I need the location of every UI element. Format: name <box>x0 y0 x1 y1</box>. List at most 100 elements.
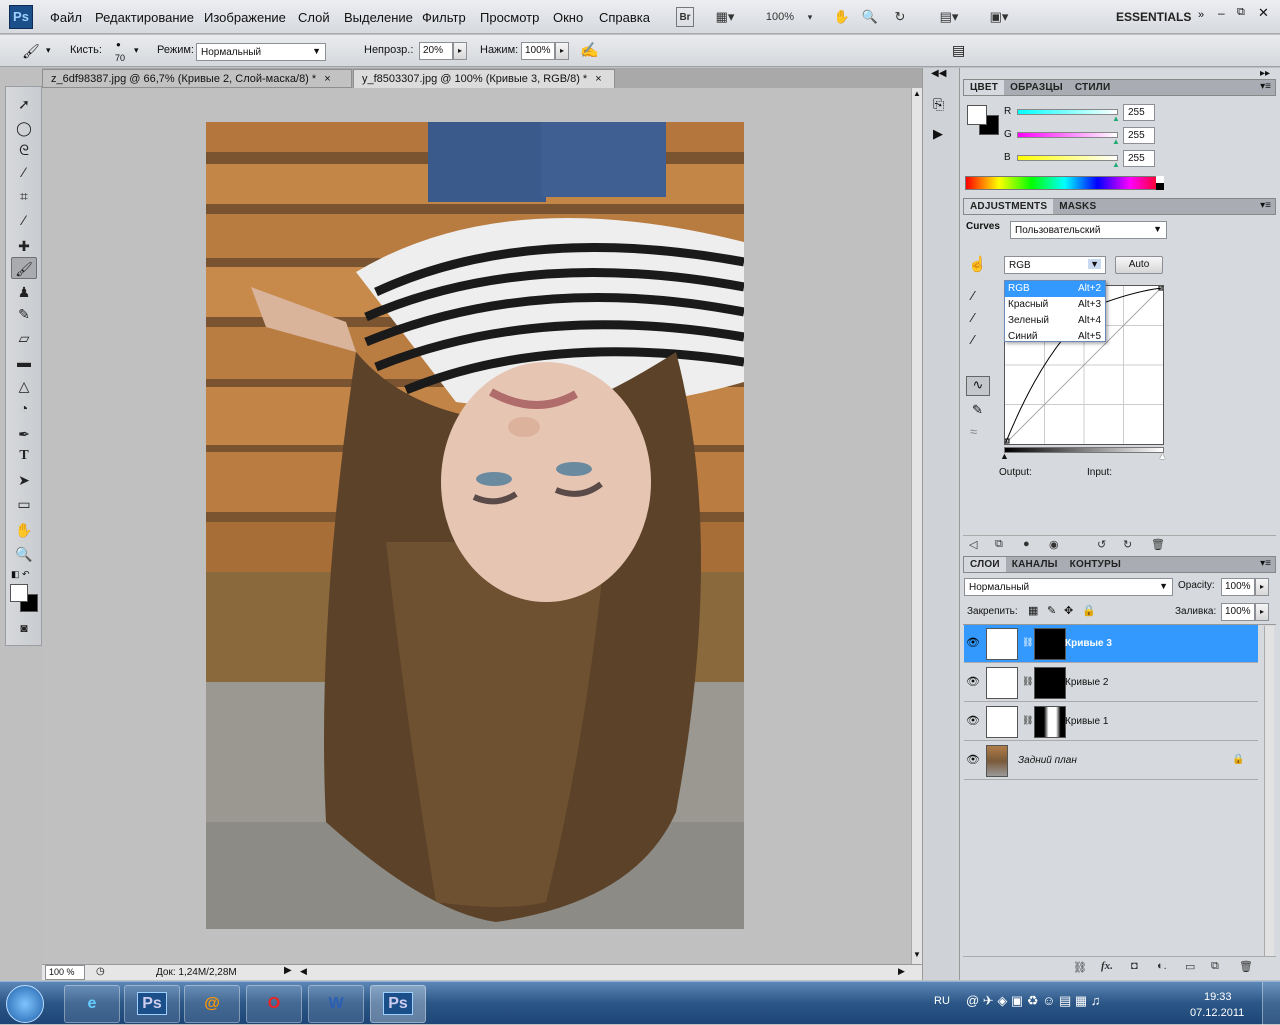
eyedropper-tool-icon[interactable]: ⁄ <box>11 209 37 231</box>
dodge-tool-icon[interactable]: ◔ <box>11 397 37 419</box>
menu-select[interactable]: Выделение <box>344 10 413 25</box>
new-group-icon[interactable]: ▭ <box>1185 960 1195 973</box>
brush-tool-icon[interactable]: 🖌 <box>11 257 37 279</box>
black-slider-icon[interactable]: ▲ <box>1000 451 1009 461</box>
white-point-eyedropper-icon[interactable]: ⁄ <box>972 332 974 347</box>
channel-select[interactable]: RGB ▼ <box>1004 256 1106 274</box>
path-select-tool-icon[interactable]: ➤ <box>11 469 37 491</box>
link-layers-icon[interactable]: ⛓ <box>1073 961 1087 974</box>
chevron-down-icon[interactable]: ▾ <box>134 45 139 56</box>
opacity-input[interactable]: 20% <box>419 42 453 60</box>
tab-masks[interactable]: MASKS <box>1053 199 1102 214</box>
flow-input[interactable]: 100% <box>521 42 555 60</box>
view-previous-icon[interactable]: ↺ <box>1097 538 1106 551</box>
arrange-documents-icon[interactable]: ▤▾ <box>932 7 966 27</box>
layers-scrollbar[interactable] <box>1264 626 1274 956</box>
type-tool-icon[interactable]: T <box>11 445 37 467</box>
menu-edit[interactable]: Редактирование <box>95 10 194 25</box>
color-ramp[interactable] <box>965 176 1164 190</box>
channel-option-blue[interactable]: Синий Alt+5 <box>1005 329 1105 345</box>
tab-swatches[interactable]: ОБРАЗЦЫ <box>1004 80 1069 95</box>
photoshop-active-taskbar-button[interactable]: Ps <box>370 985 426 1023</box>
document-photo[interactable] <box>206 122 744 929</box>
lock-position-icon[interactable]: ✥ <box>1064 604 1073 617</box>
lock-transparency-icon[interactable]: ▦ <box>1028 604 1038 617</box>
tablet-pressure-icon[interactable]: ▤ <box>952 42 965 59</box>
layer-opacity-input[interactable]: 100% <box>1221 578 1255 596</box>
delete-layer-icon[interactable]: 🗑 <box>1239 960 1253 973</box>
zoom-icon[interactable]: 🔍 <box>860 7 880 27</box>
b-slider[interactable] <box>1017 155 1118 161</box>
healing-brush-tool-icon[interactable]: ✚ <box>11 235 37 257</box>
panel-menu-icon[interactable]: ▾≡ <box>1260 558 1271 569</box>
on-image-adjust-icon[interactable]: ☝ <box>968 255 987 273</box>
close-icon[interactable]: × <box>324 73 330 85</box>
opera-taskbar-icon[interactable]: O <box>246 985 302 1023</box>
tab-layers[interactable]: СЛОИ <box>964 557 1006 572</box>
gray-point-eyedropper-icon[interactable]: ⁄ <box>972 310 974 325</box>
curves-preset-select[interactable]: Пользовательский ▼ <box>1010 221 1167 239</box>
slider-thumb-icon[interactable]: ▲ <box>1112 114 1120 123</box>
scroll-down-icon[interactable]: ▼ <box>913 950 921 959</box>
brush-tool-icon[interactable]: 🖌 <box>22 43 40 60</box>
pencil-curve-icon[interactable]: ✎ <box>972 402 983 418</box>
visibility-icon[interactable]: ◉ <box>1049 538 1059 551</box>
white-slider-icon[interactable]: ▲ <box>1158 451 1167 461</box>
blur-tool-icon[interactable]: △ <box>11 375 37 397</box>
tab-paths[interactable]: КОНТУРЫ <box>1064 557 1127 572</box>
menu-file[interactable]: Файл <box>50 10 82 25</box>
link-icon[interactable]: ⛓ <box>1022 676 1033 687</box>
channel-option-green[interactable]: Зеленый Alt+4 <box>1005 313 1105 329</box>
zoom-field[interactable]: 100 % <box>45 965 85 980</box>
doc-tab-2[interactable]: y_f8503307.jpg @ 100% (Кривые 3, RGB/8) … <box>353 69 615 88</box>
workspace-switcher[interactable]: ESSENTIALS <box>1116 10 1191 24</box>
layer-row[interactable]: 👁 ⛓ Кривые 3 <box>964 625 1258 663</box>
chevron-right-icon[interactable]: » <box>1198 9 1204 21</box>
link-icon[interactable]: ⛓ <box>1022 637 1033 648</box>
b-value[interactable]: 255 <box>1123 150 1155 167</box>
close-icon[interactable]: × <box>595 73 601 85</box>
panel-view-icon[interactable]: ⧉ <box>995 538 1003 551</box>
gradient-tool-icon[interactable]: ▬ <box>11 351 37 373</box>
fill-slider-toggle[interactable]: ▸ <box>1255 603 1269 621</box>
marquee-tool-icon[interactable]: ◯ <box>11 117 37 139</box>
lock-pixels-icon[interactable]: ✎ <box>1047 604 1056 617</box>
brush-preview-icon[interactable]: ● <box>116 40 121 49</box>
menu-layer[interactable]: Слой <box>298 10 330 25</box>
opacity-slider-toggle[interactable]: ▸ <box>453 42 467 60</box>
tab-adjustments[interactable]: ADJUSTMENTS <box>964 199 1054 214</box>
foreground-color-swatch[interactable] <box>967 105 987 125</box>
tab-styles[interactable]: СТИЛИ <box>1069 80 1116 95</box>
panel-menu-icon[interactable]: ▾≡ <box>1260 81 1271 92</box>
flow-slider-toggle[interactable]: ▸ <box>555 42 569 60</box>
clock-time[interactable]: 19:33 <box>1204 991 1232 1003</box>
pen-tool-icon[interactable]: ✒ <box>11 423 37 445</box>
eye-icon[interactable]: 👁 <box>966 636 980 650</box>
menu-image[interactable]: Изображение <box>204 10 286 25</box>
zoom-level-dropdown[interactable]: 100% <box>760 7 800 27</box>
r-value[interactable]: 255 <box>1123 104 1155 121</box>
show-desktop-button[interactable] <box>1262 982 1280 1025</box>
view-extras-icon[interactable]: ▦▾ <box>710 7 740 27</box>
menu-help[interactable]: Справка <box>599 10 650 25</box>
status-icon[interactable]: ◷ <box>96 966 105 977</box>
photoshop-taskbar-button[interactable]: Ps <box>124 985 180 1023</box>
slider-thumb-icon[interactable]: ▲ <box>1112 160 1120 169</box>
clip-to-layer-icon[interactable]: ● <box>1023 538 1030 550</box>
channel-option-rgb[interactable]: RGB Alt+2 <box>1005 281 1105 297</box>
tab-channels[interactable]: КАНАЛЫ <box>1006 557 1064 572</box>
collapse-icon[interactable]: ◀◀ <box>931 68 946 79</box>
airbrush-icon[interactable]: ✍ <box>580 41 599 59</box>
smooth-curve-icon[interactable]: ≈ <box>970 424 977 439</box>
color-ramp-bw[interactable] <box>1156 176 1164 190</box>
quick-mask-icon[interactable]: ◙ <box>11 617 37 639</box>
menu-window[interactable]: Окно <box>553 10 583 25</box>
layer-row[interactable]: 👁 ⛓ Кривые 2 <box>964 664 1258 702</box>
r-slider[interactable] <box>1017 109 1118 115</box>
chevron-down-icon[interactable]: ▾ <box>46 45 51 56</box>
doc-tab-1[interactable]: z_6df98387.jpg @ 66,7% (Кривые 2, Слой-м… <box>42 69 352 88</box>
eraser-tool-icon[interactable]: ▱ <box>11 327 37 349</box>
scroll-left-icon[interactable]: ◀ <box>300 966 307 977</box>
chevron-down-icon[interactable]: ▾ <box>805 7 815 27</box>
mode-select[interactable]: Нормальный ▼ <box>196 43 326 61</box>
